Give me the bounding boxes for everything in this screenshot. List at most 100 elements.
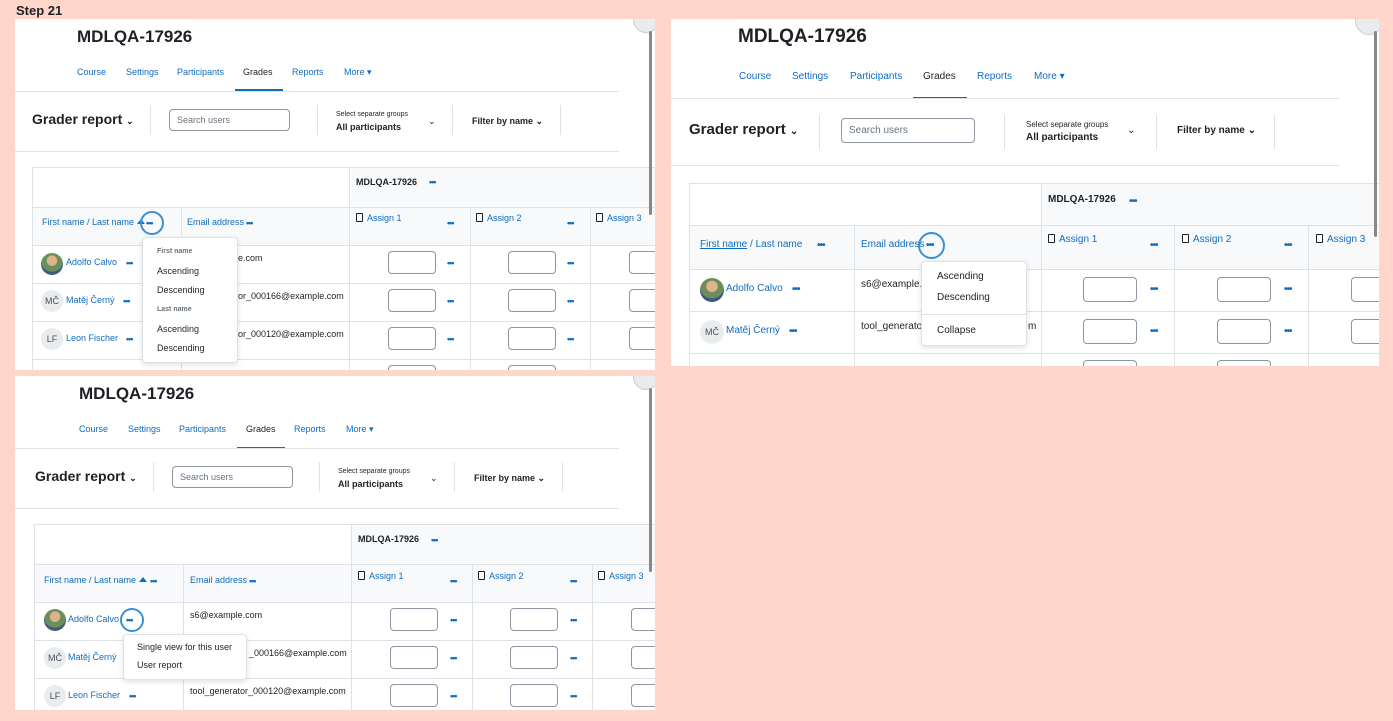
cell-menu-button[interactable]: ••• [570,691,578,701]
assign-1-header[interactable]: Assign 1 [356,213,402,223]
email-column-menu-button[interactable]: ••• [249,576,257,586]
cell-menu-button[interactable]: ••• [447,296,455,306]
last-name-sort-link[interactable]: Last name [756,239,803,250]
email-column-menu-button[interactable]: ••• [246,218,254,228]
student-name-link[interactable]: Matěj Černý [726,325,780,336]
scrollbar[interactable] [649,31,652,215]
student-name-link[interactable]: Adolfo Calvo [66,257,117,267]
filter-by-name[interactable]: Filter by name ⌄ [1177,125,1256,136]
grade-input[interactable] [1083,319,1137,344]
user-menu-button[interactable]: ••• [126,334,134,344]
cell-menu-button[interactable]: ••• [570,653,578,663]
search-users-input[interactable]: Search users [172,466,293,488]
student-name-link[interactable]: Matěj Černý [66,295,115,305]
nav-grades[interactable]: Grades [923,71,956,82]
search-users-input[interactable]: Search users [169,109,290,131]
assign-2-header[interactable]: Assign 2 [478,571,524,581]
nav-settings[interactable]: Settings [126,67,159,77]
name-column-menu-button[interactable]: ••• [150,576,158,586]
nav-reports[interactable]: Reports [294,424,326,434]
groups-value[interactable]: All participants [338,479,403,489]
name-column-menu-button[interactable]: ••• [817,240,825,251]
grade-input[interactable] [508,289,556,312]
cell-menu-button[interactable]: ••• [567,334,575,344]
assign-1-menu-button[interactable]: ••• [447,218,455,228]
sort-first-name-ascending[interactable]: Ascending [157,266,199,276]
grade-input[interactable] [390,608,438,631]
grade-input[interactable] [631,608,655,631]
student-name-link[interactable]: Matěj Černý [68,652,117,662]
scrollbar[interactable] [1374,31,1377,237]
nav-grades[interactable]: Grades [243,67,273,77]
user-menu-button[interactable]: ••• [126,615,134,625]
last-name-sort-link[interactable]: Last name [94,575,136,585]
cell-menu-button[interactable]: ••• [450,615,458,625]
assign-1-header[interactable]: Assign 1 [1048,234,1097,245]
report-selector[interactable]: Grader report ⌄ [35,468,137,484]
cell-menu-button[interactable]: ••• [447,258,455,268]
nav-course[interactable]: Course [79,424,108,434]
grade-input[interactable] [629,251,655,274]
user-menu-button[interactable]: ••• [123,296,131,306]
grade-input[interactable] [1351,319,1379,344]
grade-input[interactable] [1351,277,1379,302]
assign-1-header[interactable]: Assign 1 [358,571,404,581]
email-column-header[interactable]: Email address [190,575,247,585]
student-name-link[interactable]: Leon Fischer [68,690,120,700]
grade-input[interactable] [390,646,438,669]
nav-participants[interactable]: Participants [179,424,226,434]
nav-settings[interactable]: Settings [792,71,828,82]
user-menu-button[interactable]: ••• [792,284,800,295]
user-menu-button[interactable]: ••• [789,326,797,337]
nav-settings[interactable]: Settings [128,424,161,434]
cell-menu-button[interactable]: ••• [570,615,578,625]
nav-reports[interactable]: Reports [292,67,324,77]
grade-input[interactable] [510,646,558,669]
grade-input[interactable] [510,608,558,631]
assign-2-menu-button[interactable]: ••• [1284,240,1292,251]
sort-email-descending[interactable]: Descending [937,292,990,303]
filter-by-name[interactable]: Filter by name ⌄ [474,473,545,484]
cell-menu-button[interactable]: ••• [450,653,458,663]
grade-input[interactable] [631,684,655,707]
grade-input[interactable] [510,684,558,707]
first-name-sort-link[interactable]: First name [700,239,747,250]
sort-last-name-descending[interactable]: Descending [157,343,205,353]
category-menu-button[interactable]: ••• [431,535,439,545]
assign-3-header[interactable]: Assign 3 [1316,234,1365,245]
nav-reports[interactable]: Reports [977,71,1012,82]
email-column-header[interactable]: Email address [187,217,244,227]
grade-input[interactable] [388,251,436,274]
sort-email-ascending[interactable]: Ascending [937,271,984,282]
user-report-link[interactable]: User report [137,660,182,670]
student-name-link[interactable]: Adolfo Calvo [68,614,119,624]
user-menu-button[interactable]: ••• [126,258,134,268]
scrollbar[interactable] [649,388,652,572]
first-name-sort-link[interactable]: First name [42,217,85,227]
category-menu-button[interactable]: ••• [429,177,437,187]
grade-input[interactable] [388,365,436,370]
nav-participants[interactable]: Participants [850,71,902,82]
sort-last-name-ascending[interactable]: Ascending [157,324,199,334]
grade-input[interactable] [1083,277,1137,302]
cell-menu-button[interactable]: ••• [450,691,458,701]
cell-menu-button[interactable]: ••• [447,334,455,344]
assign-2-menu-button[interactable]: ••• [567,218,575,228]
name-column-menu-button[interactable]: ••• [146,218,154,228]
grade-input[interactable] [388,289,436,312]
assign-2-header[interactable]: Assign 2 [476,213,522,223]
nav-course[interactable]: Course [77,67,106,77]
student-name-link[interactable]: Adolfo Calvo [726,283,783,294]
report-selector[interactable]: Grader report ⌄ [32,111,134,127]
grade-input[interactable] [388,327,436,350]
assign-2-menu-button[interactable]: ••• [570,576,578,586]
cell-menu-button[interactable]: ••• [1284,326,1292,337]
single-view-for-user[interactable]: Single view for this user [137,642,232,652]
grade-input[interactable] [1217,277,1271,302]
cell-menu-button[interactable]: ••• [567,258,575,268]
nav-more[interactable]: More ▾ [344,67,372,78]
chevron-down-icon[interactable]: ⌄ [430,473,438,484]
cell-menu-button[interactable]: ••• [1150,284,1158,295]
assign-3-header[interactable]: Assign 3 [596,213,642,223]
grade-input[interactable] [629,289,655,312]
